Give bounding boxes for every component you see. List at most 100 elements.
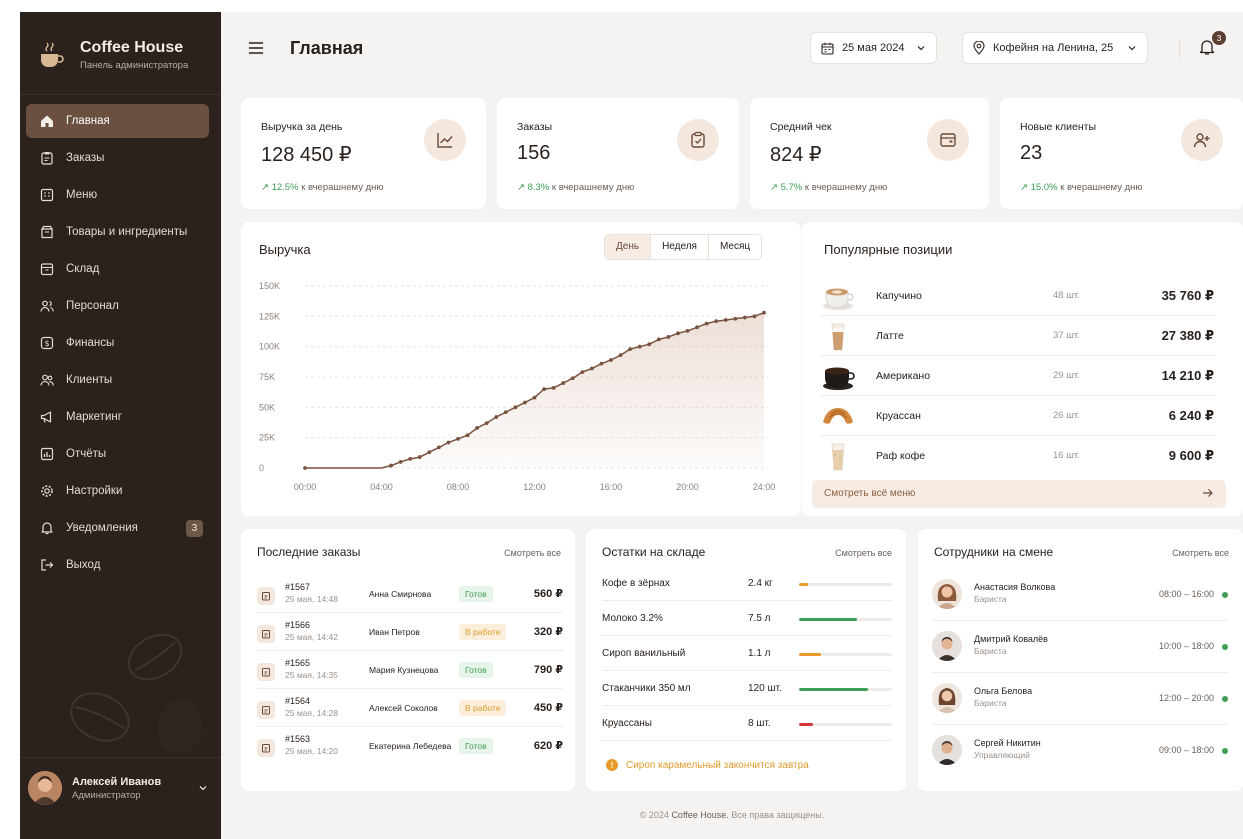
sidebar-item-orders[interactable]: Заказы xyxy=(26,141,209,175)
staff-view-all-link[interactable]: Смотреть все xyxy=(1172,548,1229,558)
kpi-card-orders: Заказы 156 ↗ 8.3% к вчерашнему дню xyxy=(497,98,739,209)
order-client: Иван Петров xyxy=(369,627,420,637)
sidebar-item-logout[interactable]: Выход xyxy=(26,548,209,582)
sidebar-item-label: Настройки xyxy=(66,485,123,497)
sidebar-item-products[interactable]: Товары и ингредиенты xyxy=(26,215,209,249)
data-point xyxy=(465,433,470,438)
data-point xyxy=(685,328,690,333)
sidebar-item-reports[interactable]: Отчёты xyxy=(26,437,209,471)
x-tick-label: 20:00 xyxy=(676,482,699,492)
table-row[interactable]: #1567 25 мая, 14:48 Анна Смирнова Готов 560 … xyxy=(257,577,563,613)
table-row[interactable]: #1564 25 мая, 14:28 Алексей Соколов В работ… xyxy=(257,691,563,727)
brand[interactable]: Coffee House Панель администратора xyxy=(34,38,188,72)
tab-day[interactable]: День xyxy=(605,235,652,259)
kpi-delta: ↗ 12.5% к вчерашнему дню xyxy=(261,182,384,193)
stock-item-name: Стаканчики 350 мл xyxy=(602,683,691,694)
list-item[interactable]: Молоко 3.2% 7.5 л xyxy=(602,602,892,636)
stock-view-all-link[interactable]: Смотреть все xyxy=(835,548,892,558)
sidebar-item-notifications[interactable]: Уведомления 3 xyxy=(26,511,209,545)
staff-title: Сотрудники на смене xyxy=(934,545,1054,559)
wallet-icon xyxy=(927,119,969,161)
popular-item[interactable]: Капучино 48 шт. 35 760 ₽ xyxy=(820,276,1214,316)
stock-warning[interactable]: ! Сироп карамельный закончится завтра xyxy=(606,759,809,771)
status-badge: В работе xyxy=(459,624,507,640)
sidebar-item-label: Заказы xyxy=(66,152,105,164)
order-icon xyxy=(257,625,275,643)
sidebar-item-clients[interactable]: Клиенты xyxy=(26,363,209,397)
item-price: 27 380 ₽ xyxy=(1161,328,1214,343)
popular-item[interactable]: Латте 37 шт. 27 380 ₽ xyxy=(820,316,1214,356)
warehouse-icon xyxy=(40,263,54,276)
shift-time: 12:00 – 20:00 xyxy=(1158,693,1214,703)
clipboard-icon xyxy=(41,152,53,165)
sidebar-item-finance[interactable]: $ Финансы xyxy=(26,326,209,360)
stock-item-qty: 8 шт. xyxy=(748,718,771,729)
divider xyxy=(1179,40,1180,58)
location-select[interactable]: Кофейня на Ленина, 25 xyxy=(962,32,1149,64)
stock-level-bar xyxy=(799,688,892,691)
stock-card: Остатки на складе Смотреть все Кофе в зё… xyxy=(586,529,906,791)
staff-role: Бариста xyxy=(974,698,1007,708)
item-qty: 16 шт. xyxy=(1053,450,1080,461)
x-tick-label: 24:00 xyxy=(753,482,776,492)
list-item[interactable]: Сироп ванильный 1.1 л xyxy=(602,637,892,671)
popular-item[interactable]: Круассан 26 шт. 6 240 ₽ xyxy=(820,396,1214,436)
svg-text:$: $ xyxy=(44,339,49,348)
kpi-delta: ↗ 15.0% к вчерашнему дню xyxy=(1020,182,1143,193)
data-point xyxy=(389,463,393,468)
list-item[interactable]: Анастасия Волкова Бариста 08:00 – 16:00 xyxy=(932,573,1228,621)
stock-item-name: Молоко 3.2% xyxy=(602,613,663,624)
list-item[interactable]: Сергей Никитин Управляющий 09:00 – 18:00 xyxy=(932,729,1228,777)
stock-level-fill xyxy=(799,653,822,656)
data-point xyxy=(408,457,413,461)
selected-location: Кофейня на Ленина, 25 xyxy=(993,42,1114,54)
finance-icon: $ xyxy=(40,336,54,350)
order-client: Мария Кузнецова xyxy=(369,665,439,675)
sidebar-nav: Главная Заказы Меню Товары и ингредиенты… xyxy=(26,104,209,585)
order-icon xyxy=(257,587,275,605)
sidebar-item-staff[interactable]: Персонал xyxy=(26,289,209,323)
stock-level-bar xyxy=(799,618,892,621)
sidebar-item-home[interactable]: Главная xyxy=(26,104,209,138)
avatar xyxy=(932,735,962,765)
chevron-down-icon[interactable] xyxy=(198,783,208,793)
list-item[interactable]: Дмитрий Ковалёв Бариста 10:00 – 18:00 xyxy=(932,625,1228,673)
popular-item[interactable]: Американо 29 шт. 14 210 ₽ xyxy=(820,356,1214,396)
sidebar-item-menu[interactable]: Меню xyxy=(26,178,209,212)
view-all-menu-label: Смотреть всё меню xyxy=(824,488,916,499)
kpi-value: 23 xyxy=(1020,142,1043,164)
list-item[interactable]: Ольга Белова Бариста 12:00 – 20:00 xyxy=(932,677,1228,725)
table-row[interactable]: #1565 25 мая, 14:35 Мария Кузнецова Готов 79… xyxy=(257,653,563,689)
tab-month[interactable]: Месяц xyxy=(709,235,761,259)
sidebar-item-label: Клиенты xyxy=(66,374,113,386)
tab-week[interactable]: Неделя xyxy=(651,235,709,259)
trend-icon xyxy=(424,119,466,161)
sidebar-item-marketing[interactable]: Маркетинг xyxy=(26,400,209,434)
popular-item[interactable]: Раф кофе 16 шт. 9 600 ₽ xyxy=(820,436,1214,476)
item-name: Американо xyxy=(876,370,931,382)
hamburger-menu-icon[interactable] xyxy=(249,42,263,54)
list-item[interactable]: Круассаны 8 шт. xyxy=(602,707,892,741)
orders-view-all-link[interactable]: Смотреть все xyxy=(504,548,561,558)
coffee-cup-logo-icon xyxy=(34,38,68,72)
staff-role: Управляющий xyxy=(974,750,1030,760)
user-profile[interactable]: Алексей Иванов Администратор xyxy=(28,771,208,805)
order-sum: 790 ₽ xyxy=(533,664,563,676)
list-item[interactable]: Кофе в зёрнах 2.4 кг xyxy=(602,567,892,601)
date-picker[interactable]: 25 мая 2024 xyxy=(810,32,938,64)
kpi-title: Заказы xyxy=(517,121,553,133)
latte-icon xyxy=(831,323,845,351)
kpi-delta-text: к вчерашнему дню xyxy=(1060,182,1143,193)
view-all-menu-button[interactable]: Смотреть всё меню xyxy=(812,480,1226,508)
cappuccino-icon xyxy=(823,288,854,310)
table-row[interactable]: #1566 25 мая, 14:42 Иван Петров В работе 320… xyxy=(257,615,563,651)
table-row[interactable]: #1563 25 мая, 14:20 Екатерина Лебедева Гото… xyxy=(257,729,563,765)
sidebar-item-settings[interactable]: Настройки xyxy=(26,474,209,508)
recent-orders-card: Последние заказы Смотреть все #1567 25 ма… xyxy=(241,529,575,791)
sidebar-item-warehouse[interactable]: Склад xyxy=(26,252,209,286)
data-point xyxy=(523,400,527,405)
list-item[interactable]: Стаканчики 350 мл 120 шт. xyxy=(602,672,892,706)
order-time: 25 мая, 14:35 xyxy=(285,670,338,680)
revenue-title: Выручка xyxy=(259,242,311,257)
stock-level-fill xyxy=(799,688,868,691)
